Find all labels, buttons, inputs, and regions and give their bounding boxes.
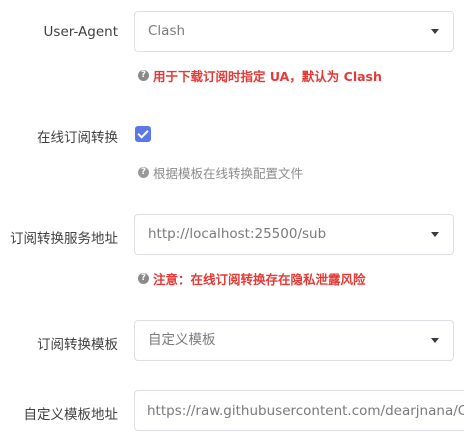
convert-template-label: 订阅转换模板 [37,337,118,353]
question-circle-icon: ? [138,70,149,81]
caret-down-icon [431,338,439,343]
template-url-label: 自定义模板地址 [23,407,119,423]
online-convert-label: 在线订阅转换 [37,130,118,146]
user-agent-select[interactable]: Clash [134,11,454,52]
online-convert-hint-text: 根据模板在线转换配置文件 [153,166,304,181]
user-agent-hint-text: 用于下载订阅时指定 UA，默认为 Clash [153,69,382,84]
convert-template-select[interactable]: 自定义模板 [134,320,454,361]
convert-service-value: http://localhost:25500/sub [148,226,327,242]
caret-down-icon [431,29,439,34]
user-agent-hint: ? 用于下载订阅时指定 UA，默认为 Clash [138,66,382,85]
template-url-field[interactable] [134,390,464,431]
caret-down-icon [431,232,439,237]
subscription-settings-form: User-Agent Clash ? 用于下载订阅时指定 UA，默认为 Clas… [0,0,464,443]
user-agent-value: Clash [148,23,186,39]
convert-service-hint: ? 注意：在线订阅转换存在隐私泄露风险 [138,269,366,288]
online-convert-checkbox[interactable] [135,126,151,142]
user-agent-label: User-Agent [43,24,118,40]
online-convert-hint: ? 根据模板在线转换配置文件 [138,163,303,182]
question-circle-icon: ? [138,273,149,284]
question-circle-icon: ? [138,167,149,178]
convert-service-hint-text: 注意：在线订阅转换存在隐私泄露风险 [153,272,366,287]
convert-template-value: 自定义模板 [148,332,216,348]
template-url-input[interactable] [135,391,464,430]
convert-service-select[interactable]: http://localhost:25500/sub [134,214,454,255]
convert-service-label: 订阅转换服务地址 [10,231,118,247]
